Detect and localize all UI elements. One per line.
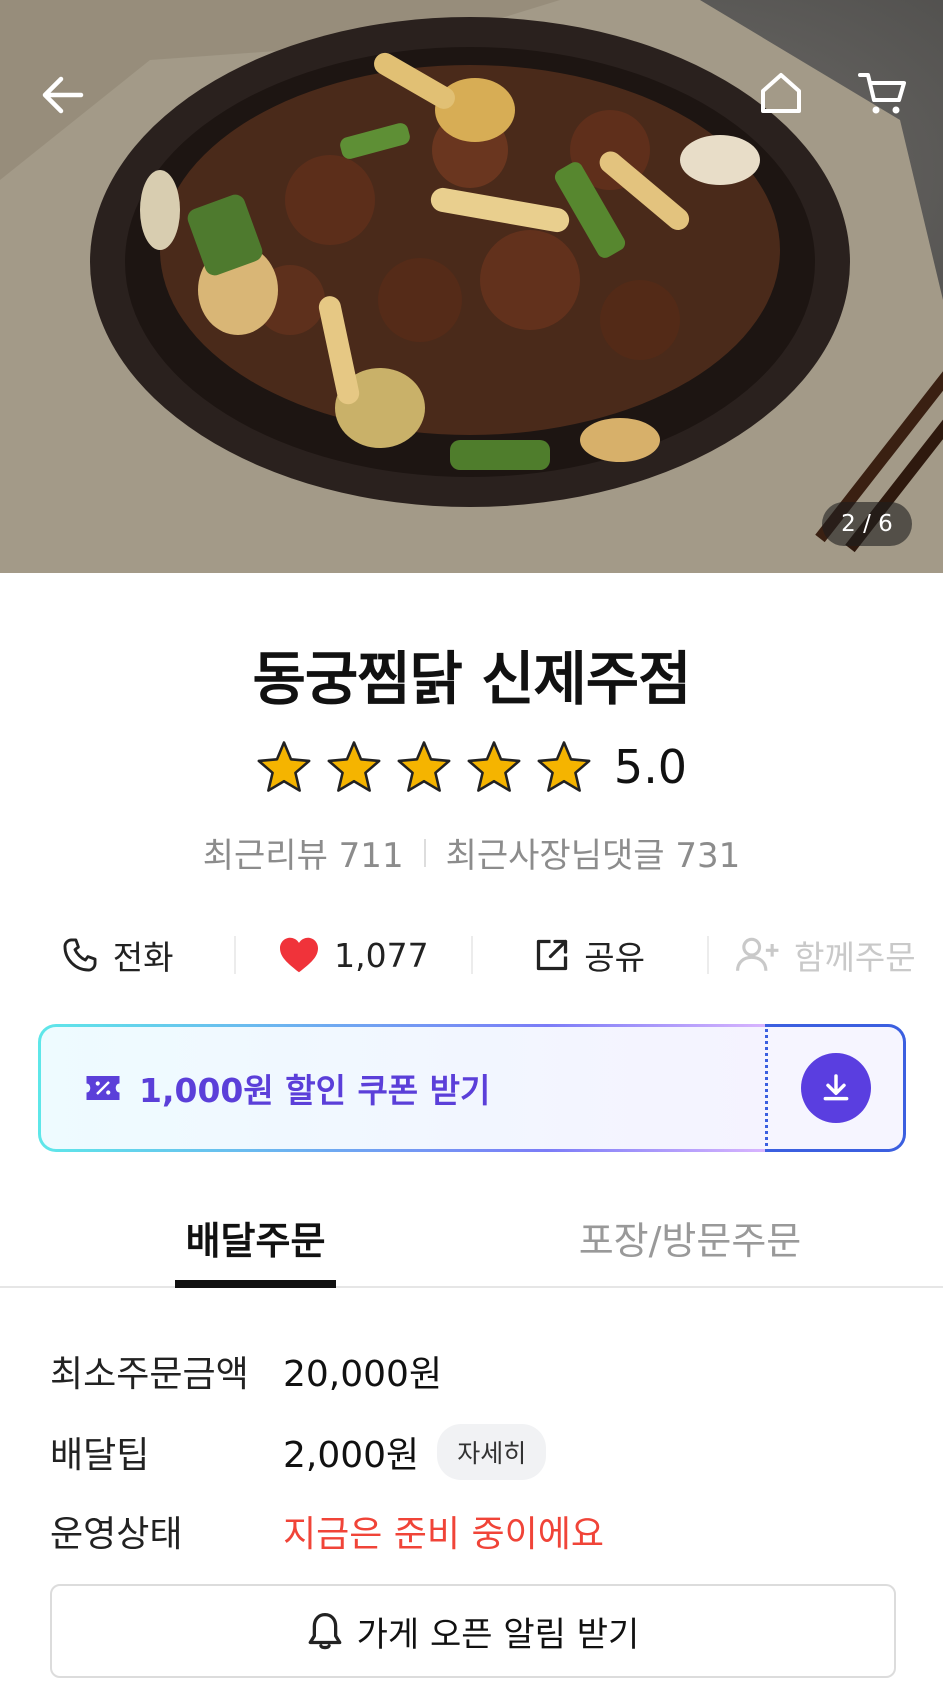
order-type-tabs: 배달주문 포장/방문주문 (0, 1198, 943, 1288)
coupon-banner: 1,000원 할인 쿠폰 받기 (38, 1024, 906, 1152)
add-user-icon (736, 937, 779, 971)
image-counter: 2 / 6 (822, 502, 912, 546)
star-icon (467, 741, 521, 792)
notify-label: 가게 오픈 알림 받기 (356, 1614, 640, 1655)
tip-detail-button[interactable]: 자세히 (437, 1424, 547, 1480)
download-icon (823, 1074, 848, 1101)
share-button[interactable]: 공유 (473, 925, 707, 985)
heart-icon (280, 937, 319, 973)
call-label: 전화 (112, 938, 174, 977)
min-order-row: 최소주문금액 20,000원 (50, 1345, 910, 1397)
store-photo[interactable]: 2 / 6 (0, 0, 943, 573)
share-label: 공유 (584, 938, 645, 977)
back-button[interactable] (28, 60, 98, 130)
like-button[interactable]: 1,077 (236, 925, 470, 985)
coupon-icon (86, 1076, 120, 1100)
rating-score: 5.0 (613, 740, 688, 794)
status-label: 운영상태 (50, 1514, 183, 1555)
like-count: 1,077 (334, 935, 429, 975)
recent-reviews-count[interactable]: 최근리뷰 711 (203, 828, 404, 877)
delivery-tip-value: 2,000원 (283, 1435, 420, 1476)
star-icon (397, 741, 451, 792)
status-row: 운영상태 지금은 준비 중이에요 (50, 1505, 910, 1557)
home-icon (761, 73, 801, 113)
bell-icon (308, 1612, 342, 1650)
tab-pickup[interactable]: 포장/방문주문 (560, 1198, 820, 1288)
home-button[interactable] (746, 58, 816, 128)
coupon-label: 1,000원 할인 쿠폰 받기 (139, 1071, 491, 1110)
star-icon (327, 741, 381, 792)
store-name: 동궁찜닭 신제주점 (252, 645, 691, 713)
min-order-label: 최소주문금액 (50, 1354, 249, 1395)
owner-comments-count[interactable]: 최근사장님댓글 731 (446, 828, 741, 877)
status-value: 지금은 준비 중이에요 (283, 1514, 604, 1555)
arrow-left-icon (42, 76, 84, 114)
star-icon (257, 741, 311, 792)
coupon-download-button[interactable] (765, 1024, 906, 1152)
cart-button[interactable] (847, 58, 917, 128)
divider (423, 838, 426, 867)
group-order-button[interactable]: 함께주문 (709, 925, 943, 985)
group-order-label: 함께주문 (794, 938, 916, 977)
open-notification-button[interactable]: 가게 오픈 알림 받기 (50, 1584, 896, 1678)
share-icon (537, 939, 568, 971)
tab-delivery[interactable]: 배달주문 (175, 1198, 336, 1288)
cart-icon (858, 73, 906, 114)
rating: 5.0 (0, 740, 943, 794)
phone-icon (63, 938, 97, 972)
download-circle (800, 1053, 871, 1123)
delivery-tip-label: 배달팁 (50, 1435, 150, 1476)
action-bar: 전화 1,077 공유 함께주문 (0, 925, 943, 985)
star-icon (537, 741, 591, 792)
coupon-button[interactable]: 1,000원 할인 쿠폰 받기 (38, 1024, 765, 1152)
review-summary[interactable]: 최근리뷰 711 최근사장님댓글 731 (0, 828, 943, 877)
star-rating (256, 740, 592, 794)
call-button[interactable]: 전화 (0, 925, 234, 985)
delivery-tip-row: 배달팁 2,000원 자세히 (50, 1424, 910, 1480)
min-order-value: 20,000원 (283, 1354, 443, 1395)
